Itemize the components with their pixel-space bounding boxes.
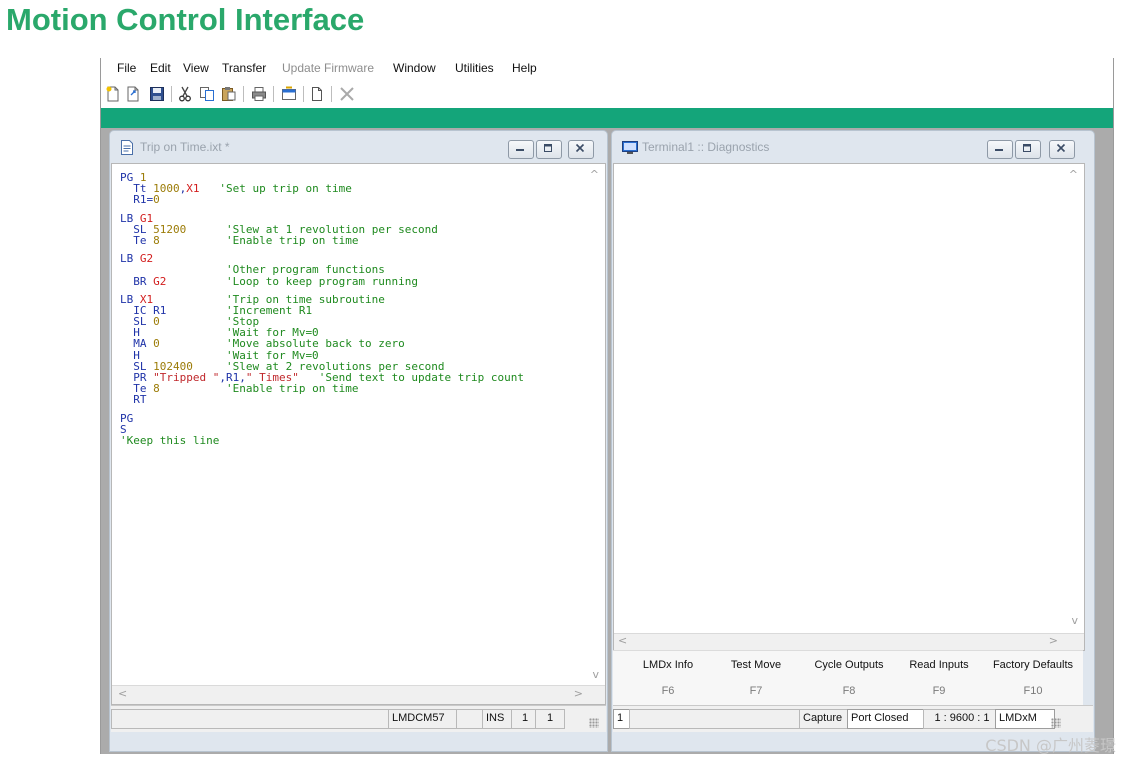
toolbar [101,80,1113,108]
code-line[interactable] [120,206,524,213]
properties-icon[interactable] [279,84,299,104]
lmdx-info-button[interactable]: LMDx Info [643,659,693,671]
close-button[interactable] [1049,140,1075,159]
resize-grip[interactable] [1051,718,1061,728]
scroll-right-arrow[interactable]: > [574,687,583,701]
menu-bar: File Edit View Transfer Update Firmware … [101,58,1113,80]
menu-transfer[interactable]: Transfer [222,61,266,75]
code-line[interactable]: R1=0 [120,194,524,205]
terminal-status-message [629,709,805,729]
document-icon [120,140,134,159]
menu-update-firmware[interactable]: Update Firmware [282,61,374,75]
code-line[interactable]: 'Keep this line [120,435,524,446]
close-x-icon[interactable] [337,84,357,104]
code-line[interactable] [120,406,524,413]
factory-defaults-button[interactable]: Factory Defaults [993,659,1073,671]
test-move-button[interactable]: Test Move [731,659,781,671]
scroll-down-arrow[interactable]: v [1071,614,1078,628]
save-icon[interactable] [147,84,167,104]
maximize-button[interactable] [536,140,562,159]
editor-window: Trip on Time.ixt * PG 1 Tt 1000,X1 'Set … [109,130,608,752]
application-window: File Edit View Transfer Update Firmware … [100,58,1114,754]
cycle-outputs-button[interactable]: Cycle Outputs [814,659,883,671]
menu-utilities[interactable]: Utilities [455,61,494,75]
code-line[interactable]: BR G2 'Loop to keep program running [120,275,524,286]
terminal-window: Terminal1 :: Diagnostics ^ v < > LMDx In… [611,130,1095,752]
terminal-status-bar: 1 Capture Port Closed 1 : 9600 : 1 LMDxM [613,705,1093,732]
code-text[interactable]: PG 1 Tt 1000,X1 'Set up trip on time R1=… [120,172,524,446]
menu-file[interactable]: File [117,61,136,75]
editor-status-bar: LMDCM57 INS 1 1 [111,705,606,732]
mdi-workspace: Trip on Time.ixt * PG 1 Tt 1000,X1 'Set … [101,128,1113,754]
page-heading: Motion Control Interface [6,2,365,37]
port-status: Port Closed [847,709,927,729]
code-line[interactable]: Tt 1000,X1 'Set up trip on time [120,183,524,194]
fkey-label-f10: F10 [1023,685,1043,697]
watermark: CSDN @广州菱璟 [985,736,1116,755]
menu-view[interactable]: View [183,61,209,75]
code-line[interactable]: Te 8 'Enable trip on time [120,235,524,246]
toolbar-separator [273,86,274,102]
scroll-up-arrow[interactable]: ^ [1069,168,1078,182]
copy-icon[interactable] [197,84,217,104]
scroll-left-arrow[interactable]: < [118,687,127,701]
code-line[interactable] [120,246,524,253]
code-line[interactable]: RT [120,394,524,405]
toolbar-separator [331,86,332,102]
terminal-icon [622,140,638,159]
horizontal-scrollbar[interactable]: < > [614,633,1084,650]
scroll-down-arrow[interactable]: v [592,668,599,682]
new-file-icon[interactable] [103,84,123,104]
toolbar-separator [171,86,172,102]
accent-bar [101,108,1113,128]
editor-title: Trip on Time.ixt * [140,140,230,154]
baud-status: 1 : 9600 : 1 [923,709,1001,729]
terminal-output[interactable]: ^ v < > [613,163,1085,651]
scroll-left-arrow[interactable]: < [618,634,627,648]
fkey-label-f8: F8 [842,685,856,697]
maximize-button[interactable] [1015,140,1041,159]
terminal-title-bar[interactable]: Terminal1 :: Diagnostics [612,131,1094,163]
minimize-button[interactable] [508,140,534,159]
status-message [111,709,394,729]
toolbar-separator [303,86,304,102]
new-window-icon[interactable] [307,84,327,104]
editor-title-bar[interactable]: Trip on Time.ixt * [110,131,607,163]
fkey-label-f9: F9 [932,685,946,697]
status-device: LMDCM57 [388,709,460,729]
fkey-label-f7: F7 [749,685,763,697]
close-button[interactable] [568,140,594,159]
toolbar-separator [243,86,244,102]
open-file-icon[interactable] [123,84,143,104]
status-column: 1 [535,709,565,729]
print-icon[interactable] [249,84,269,104]
code-editor[interactable]: PG 1 Tt 1000,X1 'Set up trip on time R1=… [111,163,606,705]
code-line[interactable]: Te 8 'Enable trip on time [120,383,524,394]
fkey-label-f6: F6 [661,685,675,697]
paste-icon[interactable] [219,84,239,104]
menu-window[interactable]: Window [393,61,436,75]
minimize-button[interactable] [987,140,1013,159]
terminal-title: Terminal1 :: Diagnostics [642,140,770,154]
scroll-right-arrow[interactable]: > [1049,634,1058,648]
scroll-up-arrow[interactable]: ^ [590,168,599,182]
resize-grip[interactable] [589,718,599,728]
code-line[interactable]: PG [120,412,524,423]
function-key-bar: LMDx Info Test Move Cycle Outputs Read I… [613,650,1083,705]
device-status: LMDxM [995,709,1055,729]
read-inputs-button[interactable]: Read Inputs [909,659,968,671]
menu-help[interactable]: Help [512,61,537,75]
cut-icon[interactable] [175,84,195,104]
menu-edit[interactable]: Edit [150,61,171,75]
horizontal-scrollbar[interactable]: < > [112,685,605,704]
code-line[interactable]: MA 0 'Move absolute back to zero [120,338,524,349]
